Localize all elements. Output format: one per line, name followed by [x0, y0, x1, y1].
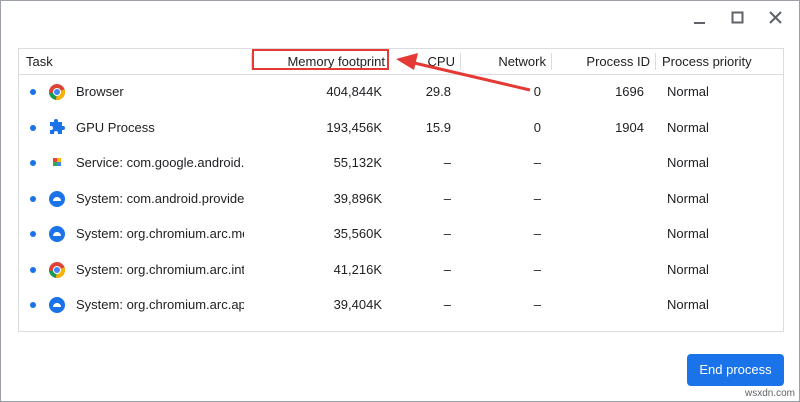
table-row[interactable]: Browser 404,844K 29.8 0 1696 Normal: [19, 74, 783, 109]
process-id-cell: [554, 145, 644, 180]
column-separator[interactable]: [551, 53, 552, 70]
chrome-icon: [48, 83, 66, 101]
table-row[interactable]: System: org.chromium.arc.applauncher 39,4…: [19, 287, 783, 322]
column-separator[interactable]: [655, 53, 656, 70]
cpu-cell: –: [443, 297, 451, 312]
task-name-cell: System: org.chromium.arc.media: [76, 226, 244, 241]
memory-footprint-cell: 41,216K: [333, 261, 382, 277]
process-priority-cell: Normal: [667, 226, 709, 241]
table-row[interactable]: GPU Process 193,456K 15.9 0 1904 Normal: [19, 110, 783, 145]
column-header-process-priority[interactable]: Process priority: [662, 49, 780, 74]
column-header-network[interactable]: Network: [463, 49, 546, 74]
task-name-cell: System: com.android.providers.downloads: [76, 190, 244, 206]
row-indicator-dot: [30, 302, 36, 308]
network-cell: –: [533, 190, 541, 206]
process-priority-cell: Normal: [667, 119, 709, 135]
task-name-cell: System: org.chromium.arc.intent_helper: [76, 261, 244, 277]
table-row[interactable]: Service: com.google.android.gms 55,132K – –…: [19, 145, 783, 180]
chrome-icon: [48, 261, 66, 279]
window-controls: [691, 9, 785, 27]
process-id-cell: 1696: [615, 84, 644, 99]
process-priority-cell: Normal: [667, 155, 709, 170]
cpu-cell: –: [443, 261, 451, 277]
memory-footprint-cell: 35,560K: [333, 226, 382, 241]
process-id-cell: [554, 216, 644, 251]
cpu-cell: –: [443, 226, 451, 241]
column-separator[interactable]: [460, 53, 461, 70]
column-header-task[interactable]: Task: [26, 49, 126, 74]
network-cell: 0: [533, 84, 541, 99]
row-indicator-dot: [30, 89, 36, 95]
column-header-process-id[interactable]: Process ID: [554, 49, 650, 74]
end-process-button[interactable]: End process: [687, 354, 784, 386]
cpu-cell: 29.8: [425, 84, 451, 99]
network-cell: –: [533, 261, 541, 277]
minimize-icon[interactable]: [691, 9, 709, 27]
system-app-icon: [48, 225, 66, 243]
process-priority-cell: Normal: [667, 84, 709, 99]
task-manager-window: Task Memory footprint CPU Network Proces…: [0, 0, 800, 402]
android-app-icon: [48, 154, 66, 172]
close-icon[interactable]: [767, 9, 785, 27]
row-indicator-dot: [30, 124, 36, 131]
maximize-icon[interactable]: [729, 9, 747, 27]
memory-footprint-cell: 39,404K: [333, 297, 382, 312]
task-name-cell: GPU Process: [76, 119, 155, 135]
memory-footprint-cell: 55,132K: [333, 155, 382, 170]
network-cell: –: [533, 297, 541, 312]
cpu-cell: –: [443, 155, 451, 170]
row-indicator-dot: [30, 231, 36, 237]
task-name-cell: Service: com.google.android.gms: [76, 155, 244, 170]
process-priority-cell: Normal: [667, 261, 709, 277]
table-row[interactable]: System: org.chromium.arc.media 35,560K – – N…: [19, 216, 783, 251]
column-separator[interactable]: [388, 53, 389, 70]
table-header: Task Memory footprint CPU Network Proces…: [19, 49, 783, 75]
task-name-cell: System: org.chromium.arc.applauncher: [76, 297, 244, 312]
memory-footprint-cell: 404,844K: [326, 84, 382, 99]
cpu-cell: 15.9: [425, 119, 451, 135]
memory-footprint-cell: 193,456K: [326, 119, 382, 135]
column-separator[interactable]: [251, 53, 252, 70]
system-app-icon: [48, 190, 66, 208]
process-id-cell: 1904: [615, 119, 644, 135]
table-row[interactable]: System: org.chromium.arc.intent_helper 41…: [19, 252, 783, 287]
memory-footprint-cell: 39,896K: [333, 190, 382, 206]
process-id-cell: [554, 287, 644, 322]
network-cell: –: [533, 155, 541, 170]
column-header-memory-footprint[interactable]: Memory footprint: [255, 49, 385, 74]
table-row[interactable]: System: com.android.providers.downloads 3…: [19, 181, 783, 216]
row-indicator-dot: [30, 195, 36, 202]
process-priority-cell: Normal: [667, 297, 709, 312]
process-table: Task Memory footprint CPU Network Proces…: [18, 48, 784, 332]
process-id-cell: [554, 181, 644, 216]
network-cell: –: [533, 226, 541, 241]
watermark-text: wsxdn.com: [744, 388, 795, 399]
task-name-cell: Browser: [76, 84, 124, 99]
row-indicator-dot: [30, 160, 36, 166]
process-priority-cell: Normal: [667, 190, 709, 206]
column-header-cpu[interactable]: CPU: [391, 49, 455, 74]
process-id-cell: [554, 252, 644, 287]
cpu-cell: –: [443, 190, 451, 206]
network-cell: 0: [533, 119, 541, 135]
system-app-icon: [48, 296, 66, 314]
row-indicator-dot: [30, 266, 36, 273]
puzzle-icon: [48, 118, 66, 137]
